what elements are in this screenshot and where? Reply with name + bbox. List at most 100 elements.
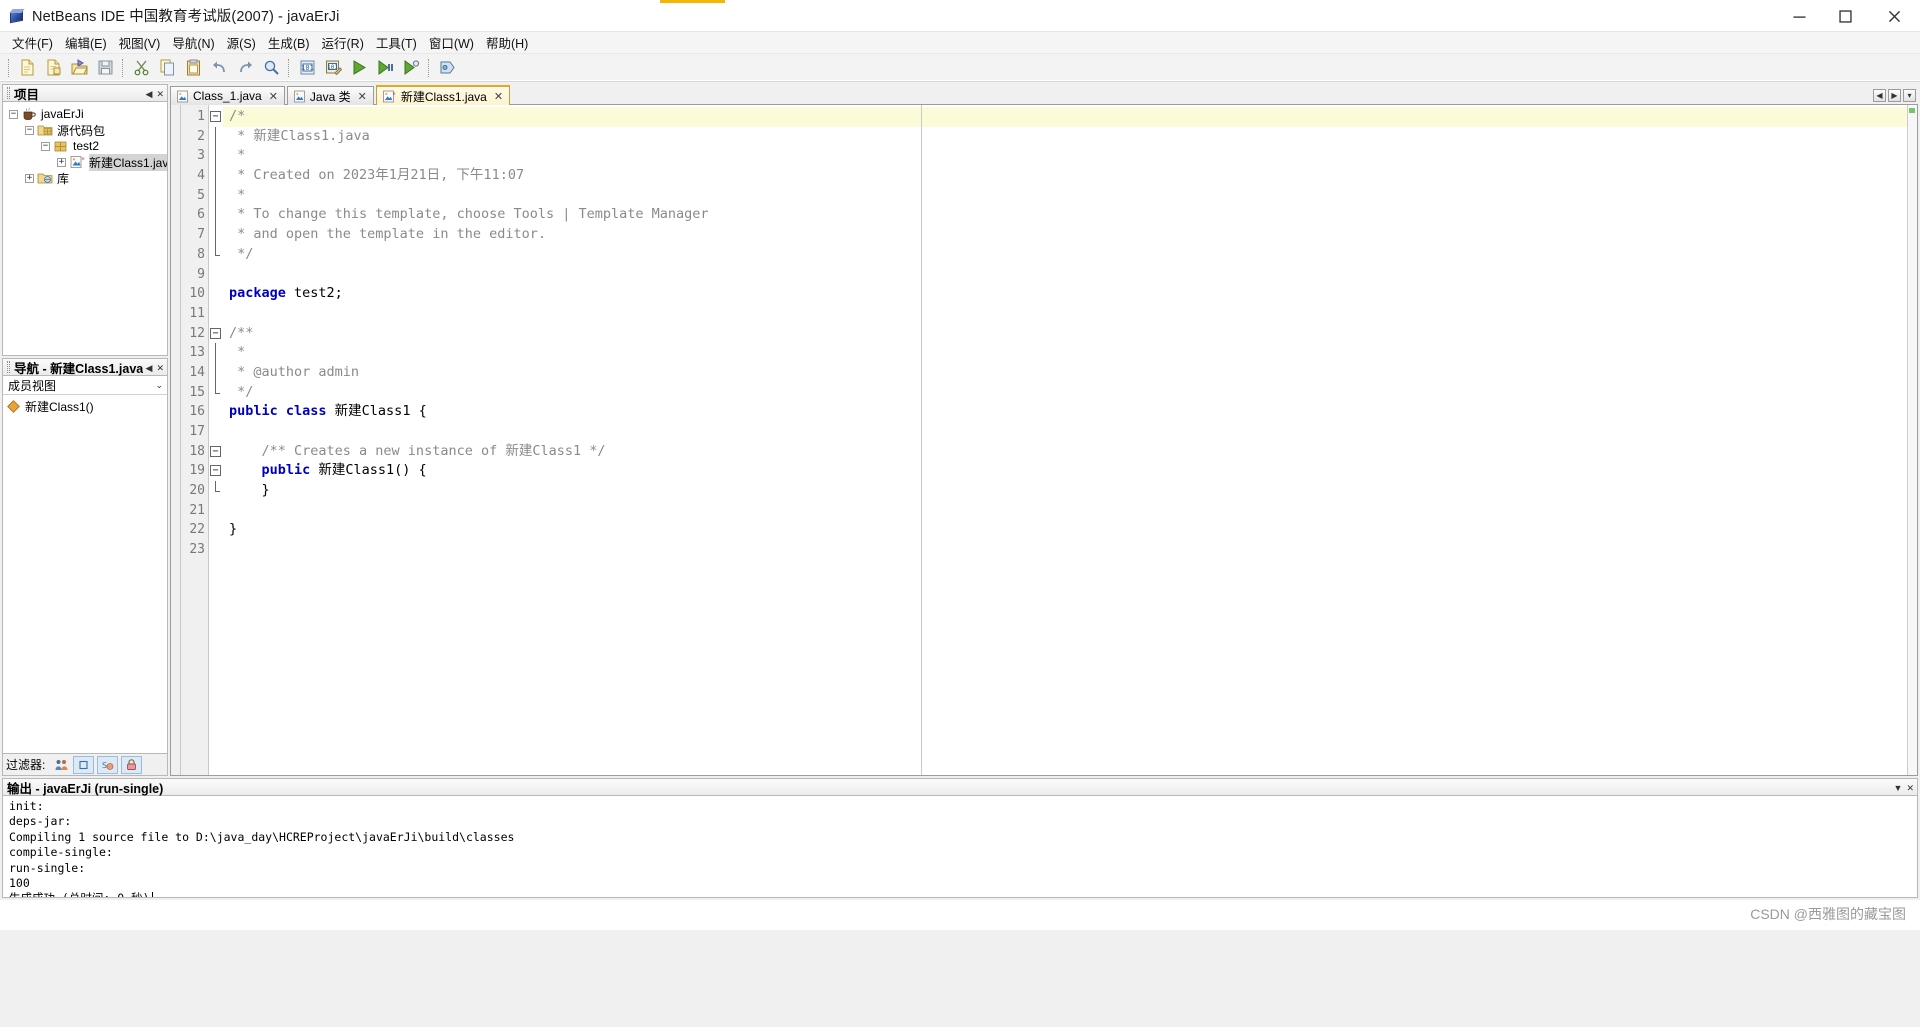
tree-node-package-test2[interactable]: − test2 [3, 138, 167, 154]
output-panel-title: 输出 - javaErJi (run-single) [7, 781, 164, 796]
code-editor[interactable]: 1 2 3 4 5 6 7 8 9 10 11 12 13 14 15 16 1… [170, 105, 1918, 776]
open-project-icon[interactable] [67, 56, 91, 80]
code-fold-gutter[interactable]: − − − − [209, 105, 223, 775]
output-panel-header[interactable]: 输出 - javaErJi (run-single) ▼ ✕ [2, 778, 1918, 796]
code-segment: package [229, 285, 286, 302]
tab-close-icon[interactable]: ✕ [494, 90, 503, 103]
tab-scroll-left-icon[interactable]: ◀ [1873, 89, 1886, 102]
minimize-button[interactable] [1776, 0, 1822, 32]
menu-build[interactable]: 生成(B) [262, 31, 316, 54]
paste-icon[interactable] [181, 56, 205, 80]
tree-node-source-packages[interactable]: − 源代码包 [3, 122, 167, 138]
build-main-project-icon[interactable]: 101 [295, 56, 319, 80]
menu-run[interactable]: 运行(R) [316, 31, 370, 54]
output-text-area[interactable]: init: deps-jar: Compiling 1 source file … [2, 796, 1918, 898]
expander-icon[interactable]: − [41, 141, 50, 151]
navigator-member-row[interactable]: 新建Class1() [3, 398, 167, 415]
redo-icon[interactable] [233, 56, 257, 80]
navigator-close-icon[interactable]: ✕ [156, 363, 164, 373]
navigator-minimize-icon[interactable]: ◀ [146, 363, 153, 373]
code-line: package test2; [223, 284, 1917, 304]
fold-row [209, 244, 223, 265]
tab-java-class[interactable]: Java 类 ✕ [286, 86, 374, 105]
undo-icon[interactable] [207, 56, 231, 80]
filter-inherited-members-icon[interactable] [52, 756, 70, 774]
tree-node-label: javaErJi [41, 107, 84, 121]
clean-build-icon[interactable]: 101 [321, 56, 345, 80]
tab-close-icon[interactable]: ✕ [358, 90, 367, 103]
menu-view[interactable]: 视图(V) [113, 31, 167, 54]
output-line: compile-single: [9, 845, 113, 860]
new-project-icon[interactable] [41, 56, 65, 80]
menu-file[interactable]: 文件(F) [6, 31, 59, 54]
tab-close-icon[interactable]: ✕ [269, 90, 278, 103]
find-icon[interactable] [259, 56, 283, 80]
line-number: 23 [189, 542, 205, 558]
profile-project-icon[interactable] [435, 56, 459, 80]
package-icon [53, 139, 69, 153]
expander-icon[interactable]: − [9, 109, 18, 119]
profile-icon[interactable] [399, 56, 423, 80]
left-dock: 项目 ◀ ✕ − javaErJi − 源代码包 − test2 + ⚒ 新建C… [0, 82, 170, 776]
navigator-view-select[interactable]: 成员视图 ⌄ [3, 376, 167, 395]
fold-row [209, 422, 223, 442]
source-packages-icon [37, 123, 53, 137]
code-line: public 新建Class1() { [223, 461, 1917, 481]
tab-new-class1[interactable]: ⚒ 新建Class1.java ✕ [375, 85, 511, 105]
projects-close-icon[interactable]: ✕ [156, 89, 164, 99]
tab-class-1[interactable]: Class_1.java ✕ [170, 86, 285, 105]
menu-help[interactable]: 帮助(H) [480, 31, 534, 54]
menu-navigate[interactable]: 导航(N) [166, 31, 220, 54]
tree-node-libraries[interactable]: + 库 [3, 170, 167, 186]
java-file-icon [293, 90, 306, 103]
tree-node-file-class1[interactable]: + ⚒ 新建Class1.java [3, 153, 167, 171]
editor-error-strip[interactable] [1907, 105, 1917, 775]
new-file-icon[interactable] [15, 56, 39, 80]
tree-node-label: 库 [57, 171, 70, 186]
code-segment: test2; [285, 285, 343, 302]
expander-icon[interactable]: + [57, 157, 66, 167]
chevron-down-icon[interactable]: ⌄ [155, 380, 163, 391]
close-button[interactable] [1868, 0, 1920, 32]
fold-collapse-icon[interactable]: − [210, 111, 221, 122]
copy-icon[interactable] [155, 56, 179, 80]
fold-row [209, 362, 223, 383]
output-pin-icon[interactable]: ▼ [1894, 783, 1903, 793]
debug-main-project-icon[interactable] [373, 56, 397, 80]
menu-source[interactable]: 源(S) [221, 31, 262, 54]
fold-collapse-icon[interactable]: − [210, 465, 221, 477]
navigator-panel-title: 导航 - 新建Class1.java [14, 361, 144, 376]
fold-collapse-icon[interactable]: − [210, 445, 221, 457]
filter-fields-icon[interactable] [73, 755, 95, 774]
code-segment: 新建Class1 { [326, 403, 427, 420]
run-main-project-icon[interactable] [347, 56, 371, 80]
filter-non-public-icon[interactable] [121, 755, 143, 774]
code-line: * 新建Class1.java [223, 127, 1917, 147]
code-segment: 新建Class1() { [310, 462, 427, 479]
fold-collapse-icon[interactable]: − [210, 327, 221, 339]
annotation-gutter [171, 105, 181, 775]
tab-list-icon[interactable]: ▾ [1903, 89, 1916, 102]
toolbar-separator [122, 58, 124, 77]
filter-static-icon[interactable]: S [97, 755, 119, 774]
menu-window[interactable]: 窗口(W) [423, 31, 480, 54]
output-close-icon[interactable]: ✕ [1906, 783, 1914, 793]
libraries-icon [37, 171, 53, 185]
code-segment: public [229, 462, 311, 479]
projects-panel-header[interactable]: 项目 ◀ ✕ [2, 84, 168, 102]
tree-node-project-root[interactable]: − javaErJi [3, 106, 167, 122]
line-number: 7 [197, 227, 205, 243]
navigator-panel-header[interactable]: 导航 - 新建Class1.java ◀ ✕ [2, 358, 168, 376]
maximize-button[interactable] [1822, 0, 1868, 32]
expander-icon[interactable]: − [25, 125, 34, 135]
save-all-icon[interactable] [93, 56, 117, 80]
cut-icon[interactable] [129, 56, 153, 80]
menu-tools[interactable]: 工具(T) [370, 31, 423, 54]
tab-scroll-right-icon[interactable]: ▶ [1888, 89, 1901, 102]
java-project-icon [21, 107, 37, 121]
expander-icon[interactable]: + [25, 173, 34, 183]
menu-edit[interactable]: 编辑(E) [59, 31, 113, 54]
code-text-area[interactable]: /* * 新建Class1.java * * Created on 2023年1… [223, 105, 1917, 775]
projects-minimize-icon[interactable]: ◀ [146, 89, 153, 99]
